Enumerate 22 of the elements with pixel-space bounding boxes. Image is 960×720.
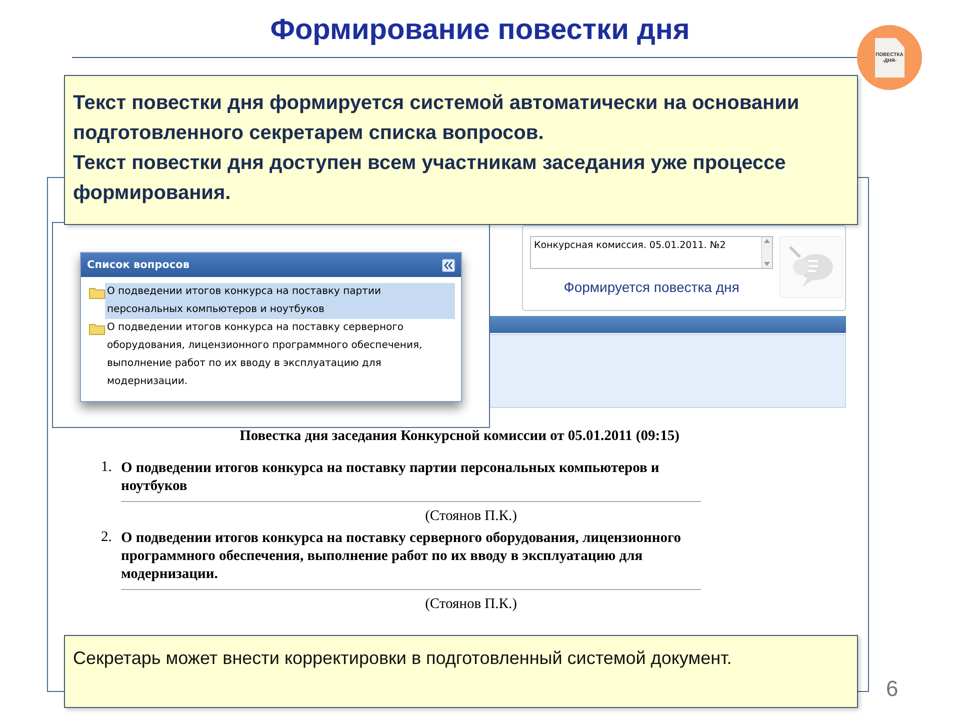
agenda-title: Повестка дня заседания Конкурсной комиссии от 05.01.2011 (09:15)	[238, 428, 680, 445]
speaker-name: (Стоянов П.К.)	[425, 508, 517, 524]
agenda-item-text: О подведении итогов конкурса на поставку партии персональных компьютеров и ноутбуков	[121, 459, 701, 502]
collapse-button[interactable]	[442, 258, 455, 272]
question-item[interactable]: О подведении итогов конкурса на поставку партии персональных компьютеров и ноутбуков	[105, 283, 455, 319]
callout-text: Текст повестки дня формируется системой автоматически на основании подготовленного секретарем списка вопросов.	[73, 91, 800, 146]
speaker-name: (Стоянов П.К.)	[425, 596, 517, 612]
question-item[interactable]: О подведении итогов конкурса на поставку серверного оборудования, лицензионного программного обеспечения, выполнение работ по их вводу в эксплуатацию для модернизации.	[105, 319, 455, 391]
page-number: 6	[886, 676, 898, 702]
scroll-up-icon	[764, 239, 770, 243]
meeting-field[interactable]: Конкурсная комиссия. 05.01.2011. №2	[530, 236, 773, 269]
slide-title: Формирование повестки дня	[269, 14, 691, 47]
double-chevron-icon	[443, 260, 454, 270]
scroll-down-icon	[764, 262, 770, 266]
callout-text: Текст повестки дня доступен всем участникам заседания уже процессе формирования.	[73, 151, 787, 206]
agenda-item-text: О подведении итогов конкурса на поставку серверного оборудования, лицензионного программного обеспечения, выполнение работ по их вводу в эксплуатацию для модернизации.	[121, 529, 701, 590]
callout-text: Секретарь может внести корректировки в подготовленный системой документ.	[73, 647, 733, 670]
folder-icon	[89, 287, 105, 299]
item-number: 1.	[101, 459, 113, 477]
item-number: 2.	[101, 529, 113, 547]
status-text: Формируется повестка дня	[564, 279, 740, 295]
dialog-title: Список вопросов	[87, 259, 190, 271]
